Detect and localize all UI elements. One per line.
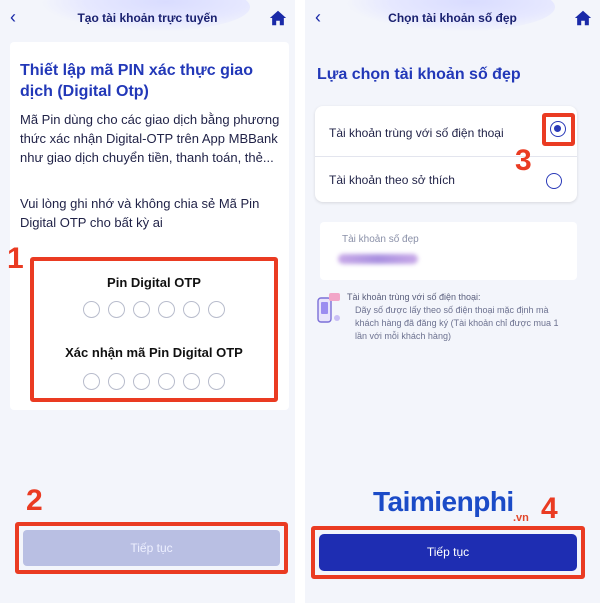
page-title: Thiết lập mã PIN xác thực giao dịch (Dig… bbox=[20, 62, 253, 100]
annotation-1: 1 bbox=[7, 242, 24, 275]
confirm-pin-digit[interactable] bbox=[158, 373, 175, 390]
confirm-pin-digit[interactable] bbox=[108, 373, 125, 390]
divider bbox=[295, 0, 305, 603]
pin-digit[interactable] bbox=[158, 301, 175, 318]
pin-digit[interactable] bbox=[208, 301, 225, 318]
pin-digit[interactable] bbox=[183, 301, 200, 318]
phone-info-icon bbox=[317, 293, 340, 323]
blurred-account-number bbox=[338, 254, 418, 264]
option-label: Tài khoản trùng với số điện thoại bbox=[329, 126, 504, 140]
continue-button-disabled[interactable]: Tiếp tục bbox=[23, 530, 280, 566]
annotation-4: 4 bbox=[541, 492, 558, 525]
confirm-pin-digit[interactable] bbox=[208, 373, 225, 390]
watermark-logo: Taimienphi bbox=[373, 486, 514, 517]
confirm-pin-digit[interactable] bbox=[183, 373, 200, 390]
header-title: Tạo tài khoản trực tuyến bbox=[77, 11, 218, 25]
radio-unselected[interactable] bbox=[546, 173, 562, 189]
header-title: Chọn tài khoản số đẹp bbox=[388, 11, 517, 25]
pin-digit[interactable] bbox=[133, 301, 150, 318]
pin-entry-box: Pin Digital OTP Xác nhận mã Pin Digital … bbox=[30, 257, 278, 402]
info-body: Dãy số được lấy theo số điện thoại mặc đ… bbox=[355, 305, 559, 341]
info-note: Tài khoản trùng với số điện thoại: Dãy s… bbox=[347, 291, 572, 343]
watermark-suffix: .vn bbox=[513, 512, 529, 524]
option-custom-account[interactable]: Tài khoản theo sở thích bbox=[315, 156, 577, 202]
description-text: Mã Pin dùng cho các giao dịch bằng phươn… bbox=[20, 112, 280, 165]
section-heading: Lựa chọn tài khoản số đẹp bbox=[317, 66, 521, 83]
confirm-pin-digit[interactable] bbox=[83, 373, 100, 390]
annotation-2: 2 bbox=[26, 484, 43, 517]
confirm-pin-input[interactable] bbox=[34, 373, 274, 390]
top-bar: ‹ Chọn tài khoản số đẹp bbox=[305, 0, 600, 40]
warning-text: Vui lòng ghi nhớ và không chia sẻ Mã Pin… bbox=[20, 196, 260, 230]
option-phone-number-account[interactable]: Tài khoản trùng với số điện thoại bbox=[315, 110, 577, 156]
pin-digit[interactable] bbox=[83, 301, 100, 318]
continue-button-highlight: Tiếp tục bbox=[15, 522, 288, 574]
field-label: Tài khoản số đẹp bbox=[342, 234, 419, 245]
account-type-options: Tài khoản trùng với số điện thoại Tài kh… bbox=[315, 106, 577, 202]
pin-input[interactable] bbox=[34, 301, 274, 318]
home-icon[interactable] bbox=[574, 9, 592, 27]
continue-button[interactable]: Tiếp tục bbox=[319, 534, 577, 571]
pin-digit[interactable] bbox=[108, 301, 125, 318]
home-icon[interactable] bbox=[269, 9, 287, 27]
radio-selected[interactable] bbox=[550, 121, 566, 137]
selected-radio-highlight bbox=[542, 113, 575, 146]
left-screen: ‹ Tạo tài khoản trực tuyến Thiết lập mã … bbox=[0, 0, 295, 603]
continue-button-highlight: Tiếp tục bbox=[311, 526, 585, 579]
top-bar: ‹ Tạo tài khoản trực tuyến bbox=[0, 0, 295, 40]
annotation-3: 3 bbox=[515, 144, 532, 177]
option-label: Tài khoản theo sở thích bbox=[329, 173, 455, 187]
account-number-field[interactable]: Tài khoản số đẹp bbox=[320, 222, 577, 280]
confirm-pin-digit[interactable] bbox=[133, 373, 150, 390]
confirm-pin-label: Xác nhận mã Pin Digital OTP bbox=[65, 345, 243, 360]
pin-label: Pin Digital OTP bbox=[107, 275, 201, 290]
info-heading: Tài khoản trùng với số điện thoại: bbox=[347, 292, 481, 302]
